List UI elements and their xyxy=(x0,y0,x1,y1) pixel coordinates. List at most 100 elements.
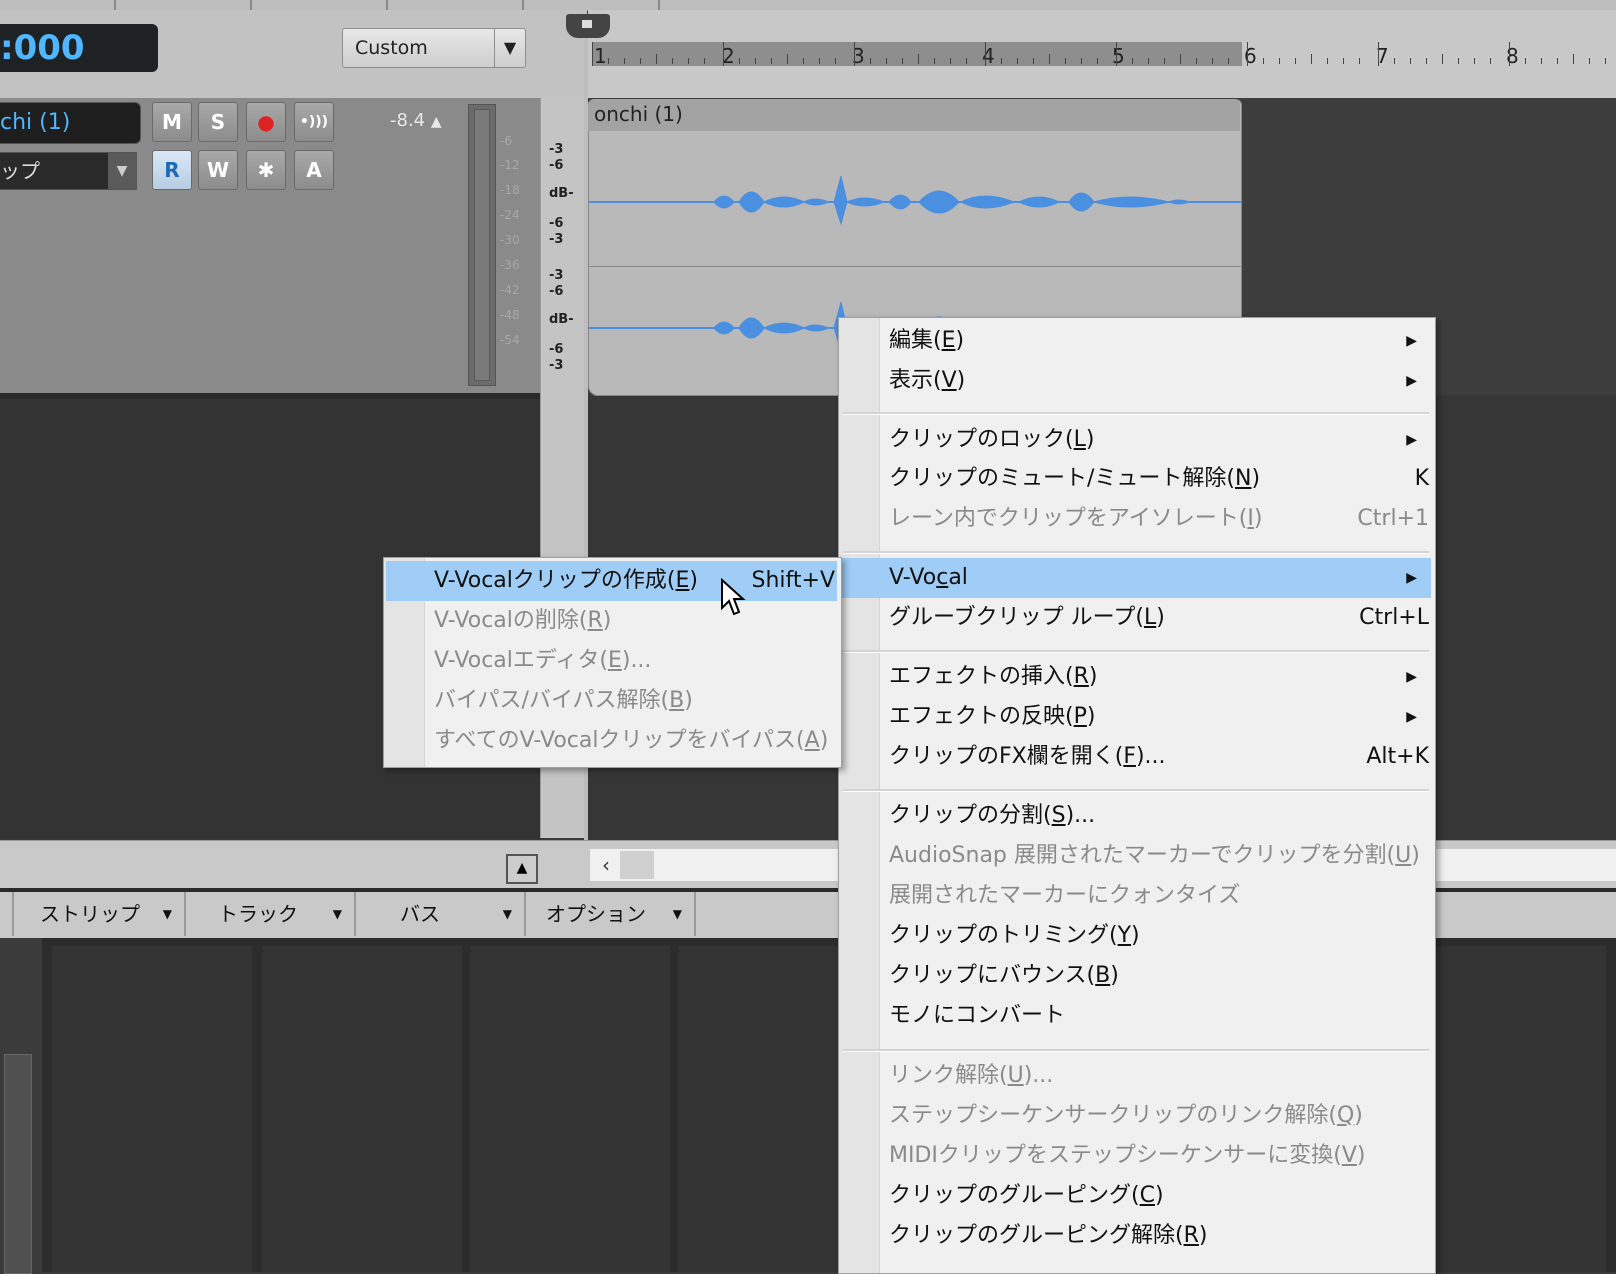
menu-item-r[interactable]: エフェクトの挿入(R) ▶ xyxy=(889,658,1429,696)
menu-item-item-15[interactable]: モノにコンバート xyxy=(889,997,1429,1035)
menu-item-label: 展開されたマーカーにクォンタイズ xyxy=(889,883,1240,908)
menu-item-text: クリップのグルーピング解除( xyxy=(889,1223,1184,1248)
tab-options[interactable]: オプション ▼ xyxy=(526,892,696,936)
meter-label: -24 xyxy=(500,208,520,222)
ruler-tick xyxy=(1081,58,1082,64)
menu-item-v-voc[interactable]: V-Vocal ▶ xyxy=(889,559,1429,597)
menu-item-text: ) xyxy=(684,688,693,713)
eject-icon[interactable]: ▲ xyxy=(506,854,538,884)
menu-item-l[interactable]: クリップのロック(L) ▶ xyxy=(889,421,1429,459)
archive-button[interactable]: A xyxy=(294,150,334,190)
track-input-dropdown[interactable]: ップ ▼ xyxy=(0,152,137,190)
menu-item-e[interactable]: 編集(E) ▶ xyxy=(889,322,1429,360)
tab-label: トラック xyxy=(218,902,298,926)
ruler-tick xyxy=(1033,58,1034,64)
menu-item-text: 編集( xyxy=(889,328,942,353)
menu-item-label: 編集(E) xyxy=(889,328,964,353)
chevron-down-icon[interactable]: ▼ xyxy=(108,153,136,189)
menu-icon-gutter xyxy=(839,318,880,1273)
menu-item-midi-v[interactable]: MIDIクリップをステップシーケンサーに変換(V) xyxy=(889,1137,1429,1175)
menu-item-text: ) xyxy=(1154,1183,1164,1208)
automation-write-button[interactable]: W xyxy=(198,150,238,190)
menu-item-accelerator: N xyxy=(1235,466,1252,491)
menu-item-y[interactable]: クリップのトリミング(Y) xyxy=(889,917,1429,955)
record-arm-button[interactable]: ● xyxy=(246,102,286,142)
menu-item-v-vocal-e[interactable]: V-Vocalクリップの作成(E) Shift+V xyxy=(434,562,835,600)
input-echo-button[interactable]: •))) xyxy=(294,102,334,142)
chevron-down-icon: ▼ xyxy=(332,907,342,921)
scrollbar-thumb[interactable] xyxy=(620,851,654,879)
menu-item-fx-f[interactable]: クリップのFX欄を開く(F)... Alt+K xyxy=(889,738,1429,776)
ruler-tick xyxy=(688,58,689,64)
menu-item-label: クリップのグルーピング解除(R) xyxy=(889,1223,1207,1248)
mute-button[interactable]: M xyxy=(152,102,192,142)
menu-item-accelerator: c xyxy=(936,565,949,590)
menu-item-l[interactable]: グルーブクリップ ループ(L) Ctrl+L xyxy=(889,599,1429,637)
clip-header[interactable]: onchi (1) xyxy=(588,99,1240,131)
ruler-tick xyxy=(755,58,756,64)
ruler-tick xyxy=(787,54,788,64)
menu-item-v-vocal-r[interactable]: V-Vocalの削除(R) xyxy=(434,602,835,640)
tab-bus[interactable]: バス ▼ xyxy=(356,892,526,936)
menu-item-v[interactable]: 表示(V) ▶ xyxy=(889,362,1429,400)
meter-label: -36 xyxy=(500,258,520,272)
menu-item-p[interactable]: エフェクトの反映(P) ▶ xyxy=(889,698,1429,736)
menu-item-text: ステップシーケンサークリップのリンク解除( xyxy=(889,1103,1337,1128)
timeline-ruler[interactable] xyxy=(588,10,1616,98)
scroll-left-icon[interactable]: ‹ xyxy=(594,851,618,879)
layout-dropdown[interactable]: Custom ▼ xyxy=(342,28,526,68)
menu-item-text: ) xyxy=(1198,1223,1208,1248)
menu-item-label: クリップのFX欄を開く(F)... xyxy=(889,744,1166,769)
tab-label: バス xyxy=(400,902,440,926)
menu-item-audiosnap-u[interactable]: AudioSnap 展開されたマーカーでクリップを分割(U) xyxy=(889,837,1429,875)
ruler-tick xyxy=(1557,58,1558,64)
menu-item-q[interactable]: ステップシーケンサークリップのリンク解除(Q) xyxy=(889,1097,1429,1135)
solo-button[interactable]: S xyxy=(198,102,238,142)
tab-track[interactable]: トラック ▼ xyxy=(186,892,356,936)
automation-read-button[interactable]: R xyxy=(152,150,192,190)
menu-item-s[interactable]: クリップの分割(S)... xyxy=(889,797,1429,835)
menu-item-i[interactable]: レーン内でクリップをアイソレート(I) Ctrl+1 xyxy=(889,500,1429,538)
menu-item-v-vocal-e[interactable]: V-Vocalエディタ(E)... xyxy=(434,642,835,680)
menu-item-text: ) xyxy=(689,568,698,593)
menu-item-item-12[interactable]: 展開されたマーカーにクォンタイズ xyxy=(889,877,1429,915)
track-volume-readout[interactable]: -8.4 ▲ xyxy=(390,110,442,131)
menu-item-r[interactable]: クリップのグルーピング解除(R) xyxy=(889,1217,1429,1255)
ruler-tick xyxy=(1394,58,1395,64)
menu-item-label: 表示(V) xyxy=(889,368,965,393)
menu-item-u[interactable]: リンク解除(U)... xyxy=(889,1057,1429,1095)
menu-separator xyxy=(843,1049,1429,1052)
submenu-arrow-icon: ▶ xyxy=(1406,333,1417,349)
menu-item-accelerator: L xyxy=(1073,427,1086,452)
spin-up-icon[interactable]: ▲ xyxy=(431,114,442,130)
ruler-tick xyxy=(1474,58,1475,64)
ruler-tick xyxy=(934,58,935,64)
menu-item-accelerator: Y xyxy=(1117,923,1132,948)
submenu-arrow-icon: ▶ xyxy=(1406,373,1417,389)
menu-item-b[interactable]: クリップにバウンス(B) xyxy=(889,957,1429,995)
tab-strips[interactable]: ストリップ ▼ xyxy=(14,892,186,936)
menu-item-accelerator: E xyxy=(675,568,690,593)
ruler-tick xyxy=(1049,54,1050,64)
menu-item-accelerator: E xyxy=(941,328,956,353)
ruler-tick xyxy=(1525,58,1526,64)
track-input-label: ップ xyxy=(0,159,40,183)
menu-item-c[interactable]: クリップのグルーピング(C) xyxy=(889,1177,1429,1215)
menu-item-n[interactable]: クリップのミュート/ミュート解除(N) K xyxy=(889,460,1429,498)
menu-item-accelerator: R xyxy=(1183,1223,1199,1248)
freeze-button[interactable]: ✱ xyxy=(246,150,286,190)
loop-region[interactable] xyxy=(592,42,1242,66)
ruler-tick xyxy=(1017,58,1018,64)
track-name-field[interactable]: chi (1) xyxy=(0,102,141,144)
ruler-tick xyxy=(1180,54,1181,64)
time-display[interactable]: :000 xyxy=(0,24,158,72)
ruler-bar-line xyxy=(1378,42,1379,66)
menu-item-b[interactable]: バイパス/バイパス解除(B) xyxy=(434,682,835,720)
chevron-down-icon[interactable]: ▼ xyxy=(494,29,525,67)
submenu-arrow-icon: ▶ xyxy=(1406,432,1417,448)
menu-item-v-vocal-a[interactable]: すべてのV-Vocalクリップをバイパス(A) xyxy=(434,722,835,760)
menu-item-text: ) xyxy=(1253,506,1263,531)
now-time-marker[interactable] xyxy=(566,14,610,38)
ruler-tick xyxy=(966,58,967,64)
menu-item-text: V-Vo xyxy=(889,565,937,590)
